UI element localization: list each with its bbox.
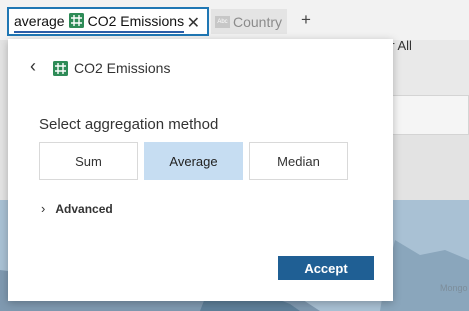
add-icon[interactable]: +: [301, 10, 311, 30]
side-panel-field[interactable]: [380, 95, 469, 135]
dialog-title: CO2 Emissions: [53, 60, 170, 76]
section-label: Select aggregation method: [39, 116, 219, 133]
advanced-toggle[interactable]: › Advanced: [41, 201, 113, 216]
close-icon[interactable]: ✕: [187, 13, 200, 33]
aggregation-dialog: ‹ CO2 Emissions Select aggregation metho…: [8, 39, 393, 301]
dimension-pill-country[interactable]: Abc Country: [211, 9, 287, 34]
pill-label: Country: [233, 13, 283, 30]
dialog-title-text: CO2 Emissions: [74, 60, 171, 76]
measure-field-icon: [53, 60, 68, 76]
search-query: average: [14, 12, 65, 29]
sum-button[interactable]: Sum: [39, 142, 138, 180]
median-button[interactable]: Median: [249, 142, 348, 180]
chevron-right-icon: ›: [41, 201, 46, 216]
map-label: Mongo: [440, 283, 468, 293]
measure-field-icon: [68, 13, 84, 28]
abc-icon: Abc: [215, 15, 230, 28]
search-field-name: CO2 Emissions: [87, 12, 185, 29]
accept-button[interactable]: Accept: [278, 256, 374, 280]
advanced-label: Advanced: [55, 201, 113, 216]
search-input[interactable]: average CO2 Emissions ✕: [7, 7, 209, 36]
back-chevron-icon[interactable]: ‹: [30, 56, 36, 77]
average-button[interactable]: Average: [144, 142, 243, 180]
